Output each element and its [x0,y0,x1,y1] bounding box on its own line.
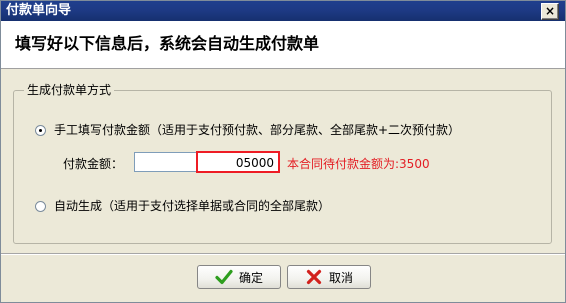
group-legend: 生成付款单方式 [24,83,115,97]
cancel-button-label: 取消 [328,270,353,285]
radio-auto-label: 自动生成（适用于支付选择单据或合同的全部尾款） [54,199,331,213]
pending-amount-hint: 本合同待付款金额为:3500 [287,157,430,171]
footer-separator [1,253,565,255]
amount-highlight-box[interactable]: 05000 [196,151,280,173]
close-icon: × [544,4,556,18]
ok-button[interactable]: 确定 [197,265,281,289]
banner-instruction: 填写好以下信息后，系统会自动生成付款单 [15,34,320,53]
header-banner: 填写好以下信息后，系统会自动生成付款单 [1,21,565,69]
close-button[interactable]: × [541,3,559,20]
radio-button-selected[interactable] [35,124,46,136]
amount-value[interactable]: 05000 [198,156,274,170]
ok-button-label: 确定 [238,270,263,285]
cancel-button[interactable]: 取消 [287,265,371,289]
x-cross-icon [306,269,322,285]
radio-button-unselected[interactable] [35,200,46,212]
radio-manual-amount[interactable]: 手工填写付款金额（适用于支付预付款、部分尾款、全部尾款+二次预付款） [35,123,460,137]
dialog-window: 付款单向导 × 填写好以下信息后，系统会自动生成付款单 生成付款单方式 手工填写… [0,0,566,303]
checkmark-icon [215,269,233,285]
radio-manual-label: 手工填写付款金额（适用于支付预付款、部分尾款、全部尾款+二次预付款） [54,123,461,137]
title-bar[interactable]: 付款单向导 × [1,1,565,21]
radio-auto-generate[interactable]: 自动生成（适用于支付选择单据或合同的全部尾款） [35,199,330,213]
amount-label: 付款金额： [63,157,124,171]
window-title: 付款单向导 [6,3,72,18]
